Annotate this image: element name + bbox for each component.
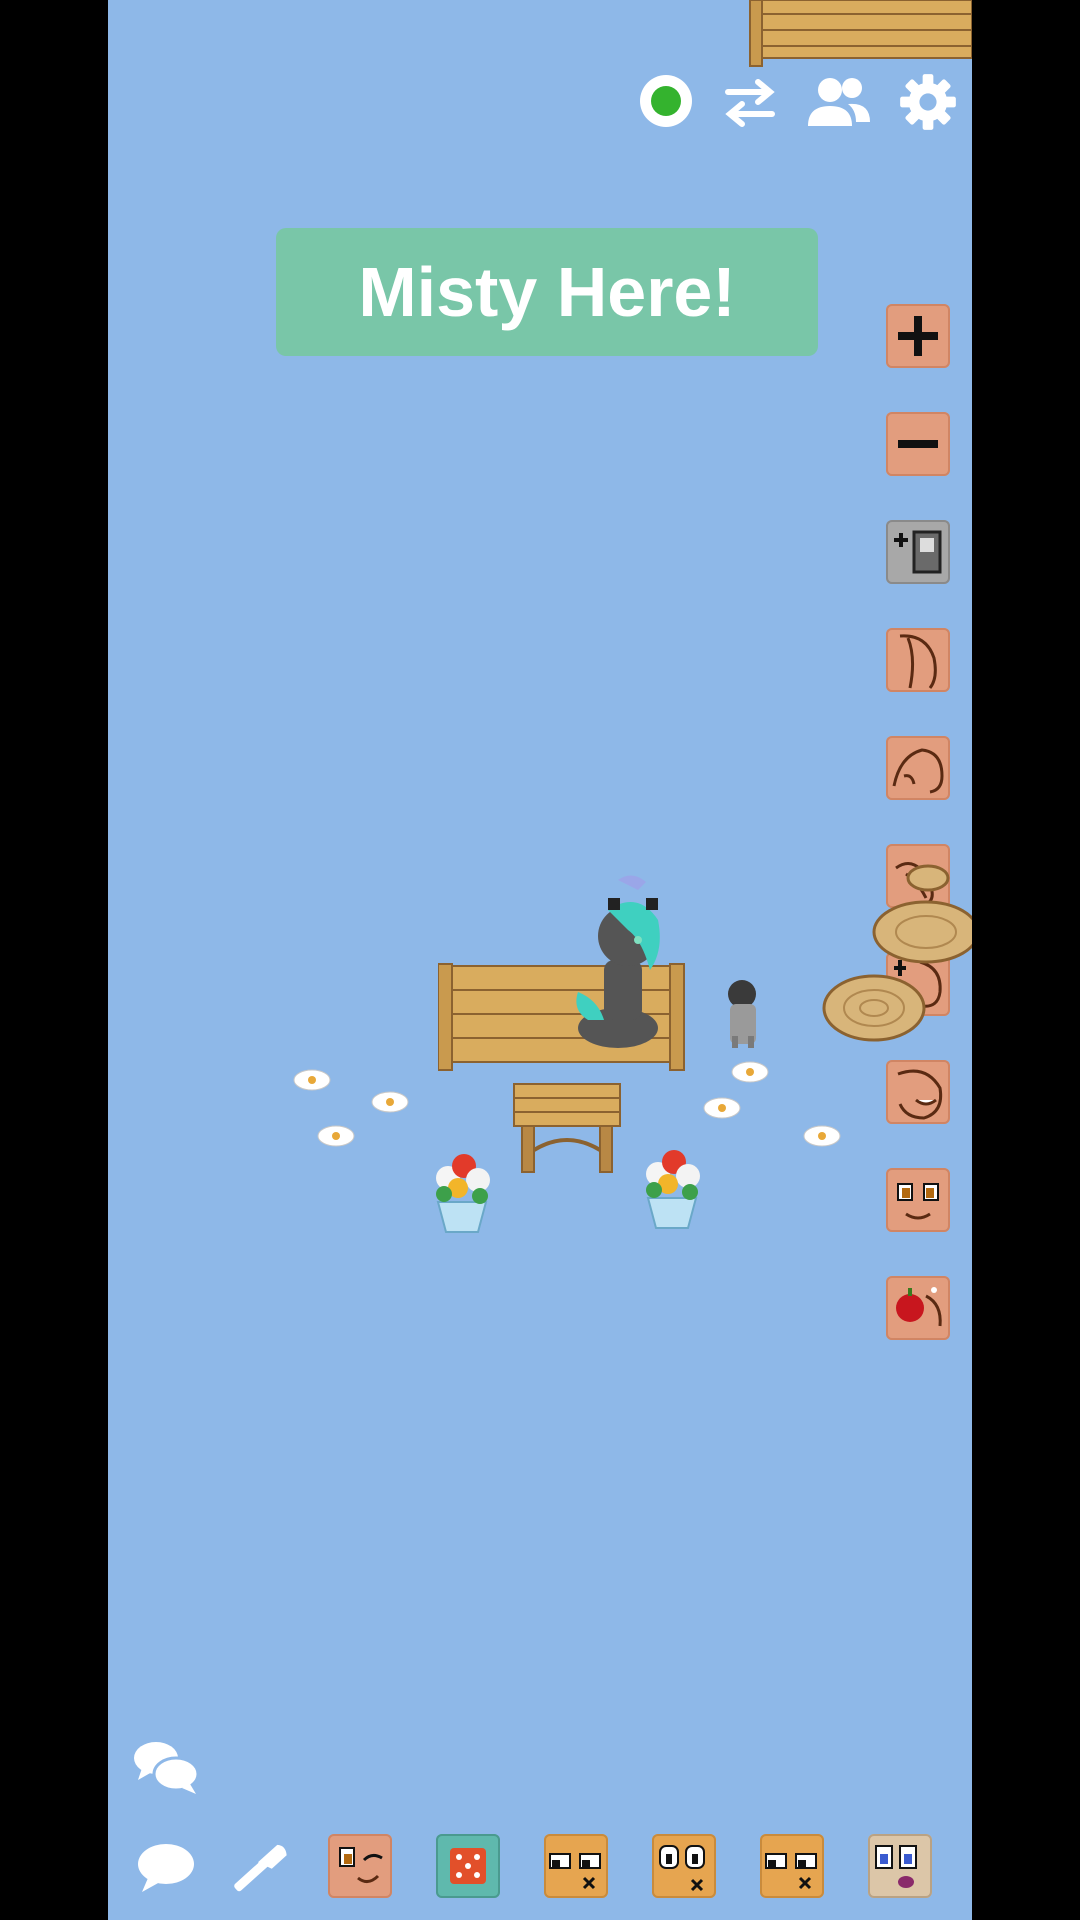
zoom-in-icon xyxy=(898,316,938,356)
apple-button[interactable] xyxy=(886,1276,950,1340)
chat-log-icon[interactable] xyxy=(130,1736,202,1796)
pony-face-icon xyxy=(897,1183,939,1220)
swap-icon[interactable] xyxy=(720,72,780,132)
pose-gray-icon xyxy=(894,530,942,574)
face-x-icon xyxy=(549,1853,601,1890)
pony-misty[interactable] xyxy=(568,870,718,1050)
face-tongue-button[interactable] xyxy=(868,1834,932,1898)
dice-button[interactable] xyxy=(436,1834,500,1898)
daisies-right xyxy=(703,1061,841,1147)
pony-face-button[interactable] xyxy=(886,1168,950,1232)
pony-ear-button[interactable] xyxy=(886,628,950,692)
zoom-out-icon xyxy=(898,440,938,448)
settings-icon[interactable] xyxy=(898,72,958,132)
wooden-table xyxy=(513,1083,621,1173)
face-tongue-icon xyxy=(875,1845,917,1888)
wooden-deck xyxy=(749,0,972,67)
speech-banner: Misty Here! xyxy=(276,228,818,356)
zoom-in-button[interactable] xyxy=(886,304,950,368)
zoom-out-button[interactable] xyxy=(886,412,950,476)
face-eyes-button[interactable] xyxy=(652,1834,716,1898)
dice-icon xyxy=(450,1848,486,1884)
face-x-button[interactable] xyxy=(544,1834,608,1898)
wink-face-icon xyxy=(339,1847,383,1883)
pony-lie-icon xyxy=(892,748,944,794)
face-x2-button[interactable] xyxy=(760,1834,824,1898)
game-world[interactable]: Misty Here! xyxy=(108,0,972,1920)
build-hammer-icon[interactable] xyxy=(224,1836,292,1900)
face-x2-icon xyxy=(765,1853,817,1890)
apple-icon xyxy=(896,1287,942,1327)
small-gray-pony[interactable] xyxy=(720,976,770,1050)
pony-ear-icon xyxy=(899,634,937,689)
daisies-left xyxy=(293,1069,409,1147)
pony-smile-button[interactable] xyxy=(886,1060,950,1124)
chat-icon[interactable] xyxy=(136,1842,196,1894)
pony-lie-button[interactable] xyxy=(886,736,950,800)
friends-icon[interactable] xyxy=(804,72,874,132)
banner-text: Misty Here! xyxy=(358,253,736,331)
tree-stumps xyxy=(822,864,972,1042)
flower-vase-right xyxy=(646,1150,700,1229)
online-status-icon[interactable] xyxy=(640,75,692,127)
pose-gray-button[interactable] xyxy=(886,520,950,584)
flower-vase-left xyxy=(436,1154,490,1233)
pony-smile-icon xyxy=(897,1069,943,1120)
face-eyes-icon xyxy=(659,1845,705,1892)
wink-face-button[interactable] xyxy=(328,1834,392,1898)
